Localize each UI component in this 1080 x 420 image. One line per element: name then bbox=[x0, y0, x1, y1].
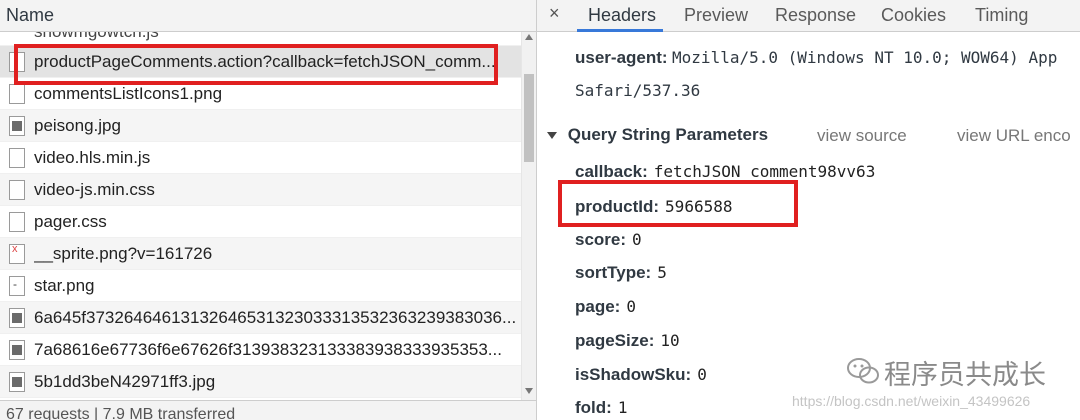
request-list: showmgowtch.js productPageComments.actio… bbox=[0, 32, 521, 400]
request-name: peisong.jpg bbox=[34, 116, 121, 135]
tab-timing[interactable]: Timing bbox=[975, 5, 1028, 26]
request-row[interactable]: __sprite.png?v=161726 bbox=[0, 238, 521, 270]
query-param-row: fold: 1 bbox=[575, 398, 627, 418]
request-row-partial[interactable]: showmgowtch.js bbox=[0, 32, 521, 46]
user-agent-header: user-agent: Mozilla/5.0 (Windows NT 10.0… bbox=[575, 48, 1057, 68]
file-icon bbox=[9, 52, 25, 72]
param-value: 1 bbox=[617, 398, 628, 417]
view-url-encoded-link[interactable]: view URL enco bbox=[957, 126, 1071, 146]
request-name: star.png bbox=[34, 276, 95, 295]
close-icon[interactable]: × bbox=[549, 3, 560, 24]
param-key: pageSize: bbox=[575, 331, 655, 350]
tab-response[interactable]: Response bbox=[775, 5, 856, 26]
watermark-text: 程序员共成长 bbox=[884, 360, 1046, 391]
header-key: user-agent: bbox=[575, 48, 668, 67]
request-list-scrollbar[interactable] bbox=[521, 32, 536, 400]
star-file-icon bbox=[9, 276, 25, 296]
param-key: isShadowSku: bbox=[575, 365, 692, 384]
request-row[interactable]: 5b1dd3beN42971ff3.jpg bbox=[0, 366, 521, 398]
param-key: page: bbox=[575, 297, 621, 316]
param-value: 0 bbox=[697, 365, 707, 384]
query-param-row: callback: fetchJSON_comment98vv63 bbox=[575, 162, 875, 182]
query-string-section-toggle[interactable]: Query String Parameters bbox=[547, 125, 768, 145]
query-param-row: page: 0 bbox=[575, 297, 636, 317]
file-icon bbox=[9, 84, 25, 104]
request-row[interactable]: 7a68616e67736f6e67626f313938323133383938… bbox=[0, 334, 521, 366]
wechat-logo-icon bbox=[847, 358, 879, 384]
request-name: 6a645f3732646461313264653132303331353236… bbox=[34, 308, 517, 327]
expand-triangle-icon bbox=[547, 132, 557, 140]
scroll-up-arrow-icon[interactable] bbox=[525, 34, 533, 40]
param-value: fetchJSON_comment98vv63 bbox=[653, 162, 876, 181]
query-param-row: pageSize: 10 bbox=[575, 331, 680, 351]
request-row[interactable]: star.png bbox=[0, 270, 521, 302]
param-value: 0 bbox=[626, 297, 636, 316]
param-key: score: bbox=[575, 230, 627, 249]
status-bar: 67 requests | 7.9 MB transferred bbox=[0, 400, 536, 420]
query-param-row: productId: 5966588 bbox=[575, 197, 732, 217]
param-key: sortType: bbox=[575, 263, 652, 282]
scroll-down-arrow-icon[interactable] bbox=[525, 388, 533, 394]
request-name: pager.css bbox=[34, 212, 107, 231]
request-list-pane: Name showmgowtch.js productPageComments.… bbox=[0, 0, 536, 420]
request-name: __sprite.png?v=161726 bbox=[34, 244, 213, 263]
watermark-url: https://blog.csdn.net/weixin_43499626 bbox=[792, 393, 1031, 409]
image-icon bbox=[9, 116, 25, 136]
file-icon bbox=[9, 212, 25, 232]
request-name: commentsListIcons1.png bbox=[34, 84, 223, 103]
param-value: 5 bbox=[657, 263, 667, 282]
request-row[interactable]: pager.css bbox=[0, 206, 521, 238]
query-param-row: score: 0 bbox=[575, 230, 642, 250]
request-summary: 67 requests | 7.9 MB transferred bbox=[6, 406, 236, 420]
header-value: Mozilla/5.0 (Windows NT 10.0; WOW64) App bbox=[672, 48, 1058, 67]
request-row[interactable]: video-js.min.css bbox=[0, 174, 521, 206]
image-icon bbox=[9, 340, 25, 360]
tab-headers[interactable]: Headers bbox=[588, 5, 656, 26]
param-value: 10 bbox=[660, 331, 680, 350]
name-column-header[interactable]: Name bbox=[0, 0, 536, 32]
request-name: productPageComments.action?callback=fetc… bbox=[34, 52, 496, 71]
file-icon bbox=[9, 180, 25, 200]
request-row[interactable]: commentsListIcons1.png bbox=[0, 78, 521, 110]
request-row[interactable]: peisong.jpg bbox=[0, 110, 521, 142]
active-tab-indicator bbox=[577, 29, 663, 32]
name-column-label: Name bbox=[6, 5, 55, 25]
image-icon bbox=[9, 372, 25, 392]
query-param-row: sortType: 5 bbox=[575, 263, 667, 283]
param-key: callback: bbox=[575, 162, 648, 181]
scroll-thumb[interactable] bbox=[524, 74, 534, 162]
user-agent-continuation: Safari/537.36 bbox=[575, 81, 701, 100]
file-icon bbox=[9, 148, 25, 168]
param-key: productId: bbox=[575, 197, 660, 216]
request-row[interactable]: video.hls.min.js bbox=[0, 142, 521, 174]
param-key: fold: bbox=[575, 398, 612, 417]
query-param-row: isShadowSku: 0 bbox=[575, 365, 707, 385]
request-name: video-js.min.css bbox=[34, 180, 155, 199]
sprite-icon bbox=[9, 243, 25, 264]
image-icon bbox=[9, 308, 25, 328]
detail-tab-bar: × Headers Preview Response Cookies Timin… bbox=[537, 0, 1080, 32]
section-title: Query String Parameters bbox=[567, 125, 769, 144]
tab-cookies[interactable]: Cookies bbox=[881, 5, 946, 26]
request-name: showmgowtch.js bbox=[34, 32, 520, 42]
param-value: 5966588 bbox=[665, 197, 733, 216]
request-name: 7a68616e67736f6e67626f313938323133383938… bbox=[34, 340, 502, 359]
param-value: 0 bbox=[632, 230, 642, 249]
request-name: 5b1dd3beN42971ff3.jpg bbox=[34, 372, 216, 391]
request-row[interactable]: 6a645f3732646461313264653132303331353236… bbox=[0, 302, 521, 334]
request-name: video.hls.min.js bbox=[34, 148, 151, 167]
view-source-link[interactable]: view source bbox=[817, 126, 907, 146]
tab-preview[interactable]: Preview bbox=[684, 5, 748, 26]
request-row[interactable]: productPageComments.action?callback=fetc… bbox=[0, 46, 521, 78]
